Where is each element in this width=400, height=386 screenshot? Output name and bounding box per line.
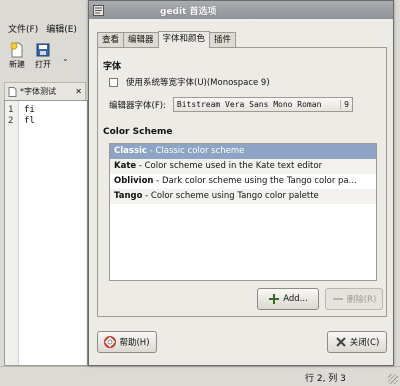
close-button[interactable]: 关闭(C) (327, 331, 387, 353)
line-text: fi (24, 105, 35, 115)
editor-line: 2 fl (8, 116, 35, 127)
system-font-checkbox-label: 使用系统等宽字体(U)(Monospace 9) (126, 78, 270, 88)
toolbar: 新建 打开 ⌄ (0, 40, 90, 74)
scheme-name: Kate (114, 161, 137, 171)
menu-file[interactable]: 文件(F) (8, 22, 38, 35)
scheme-description: - Dark color scheme using the Tango colo… (153, 176, 357, 186)
close-icon (335, 337, 346, 347)
color-scheme-title: Color Scheme (103, 127, 173, 137)
tab-view[interactable]: 查看 (97, 32, 125, 48)
system-font-checkbox-row[interactable]: 使用系统等宽字体(U)(Monospace 9) (109, 76, 270, 88)
scheme-name: Classic (114, 146, 147, 156)
open-label: 打开 (35, 60, 51, 69)
close-tab-icon[interactable]: ✕ (75, 87, 82, 96)
remove-scheme-label: 删除(R) (346, 295, 377, 305)
add-scheme-label: Add... (283, 294, 308, 304)
scheme-item-kate[interactable]: Kate - Color scheme used in the Kate tex… (110, 159, 376, 174)
line-number-gutter (5, 101, 19, 365)
help-lifebuoy-icon (104, 336, 117, 348)
preferences-tabs: 查看 编辑器 字体和颜色 插件 (97, 31, 237, 48)
editor-font-row: 编辑器字体(F): Bitstream Vera Sans Mono Roman… (109, 97, 353, 112)
line-number: 1 (8, 105, 14, 115)
text-editor[interactable]: 1 fi 2 fl (4, 100, 88, 366)
scheme-name: Oblivion (114, 176, 154, 186)
tab-editor[interactable]: 编辑器 (123, 32, 159, 48)
open-button[interactable]: 打开 (30, 40, 56, 70)
chevron-down-icon[interactable]: ⌄ (62, 54, 69, 63)
help-label: 帮助(H) (119, 338, 150, 348)
cursor-position: 行 2, 列 3 (305, 374, 346, 384)
scheme-item-oblivion[interactable]: Oblivion - Dark color scheme using the T… (110, 174, 376, 189)
tab-font-and-colors[interactable]: 字体和颜色 (157, 31, 211, 48)
document-tab-label: *字体测试 (20, 87, 56, 96)
editor-font-label: 编辑器字体(F): (109, 100, 166, 111)
scheme-item-classic[interactable]: Classic - Classic color scheme (110, 144, 376, 159)
scheme-name: Tango (114, 191, 143, 201)
document-icon (8, 86, 17, 97)
menu-edit[interactable]: 编辑(E) (46, 22, 77, 35)
dialog-titlebar[interactable]: gedit 首选项 (89, 1, 393, 19)
preferences-dialog: gedit 首选项 查看 编辑器 字体和颜色 插件 字体 使用系统等宽字体(U)… (88, 0, 394, 366)
add-scheme-button[interactable]: Add... (257, 288, 319, 310)
editor-font-button[interactable]: Bitstream Vera Sans Mono Roman 9 (172, 97, 353, 112)
statusbar: 行 2, 列 3 (0, 366, 400, 386)
help-button[interactable]: 帮助(H) (97, 331, 157, 353)
editor-line: 1 fi (8, 105, 35, 116)
window-menu-icon[interactable] (93, 4, 104, 16)
color-scheme-list[interactable]: Classic - Classic color scheme Kate - Co… (109, 143, 377, 281)
dialog-title: gedit 首选项 (160, 6, 217, 17)
editor-font-size: 9 (340, 100, 352, 109)
system-font-checkbox[interactable] (109, 77, 118, 87)
scheme-description: - Color scheme used in the Kate text edi… (136, 161, 323, 171)
menubar: 文件(F) 编辑(E) (0, 18, 90, 38)
document-tab[interactable]: *字体测试 ✕ (4, 82, 86, 100)
tab-plugins[interactable]: 插件 (209, 32, 237, 48)
new-document-button[interactable]: 新建 (4, 40, 30, 70)
line-text: fl (24, 116, 35, 126)
font-and-colors-panel: 字体 使用系统等宽字体(U)(Monospace 9) 编辑器字体(F): Bi… (97, 47, 387, 317)
scheme-description: - Color scheme using Tango color palette (142, 191, 319, 201)
remove-icon (332, 298, 343, 300)
line-number: 2 (8, 116, 14, 126)
save-disk-icon (36, 43, 50, 57)
close-label: 关闭(C) (349, 338, 380, 348)
add-icon (269, 294, 280, 304)
editor-font-name: Bitstream Vera Sans Mono Roman (176, 100, 322, 109)
font-section-title: 字体 (103, 62, 122, 72)
resize-grip[interactable] (388, 374, 398, 384)
scheme-item-tango[interactable]: Tango - Color scheme using Tango color p… (110, 189, 376, 204)
scheme-description: - Classic color scheme (146, 146, 245, 156)
remove-scheme-button[interactable]: 删除(R) (325, 288, 383, 310)
new-label: 新建 (9, 60, 25, 69)
new-document-icon (10, 42, 23, 58)
